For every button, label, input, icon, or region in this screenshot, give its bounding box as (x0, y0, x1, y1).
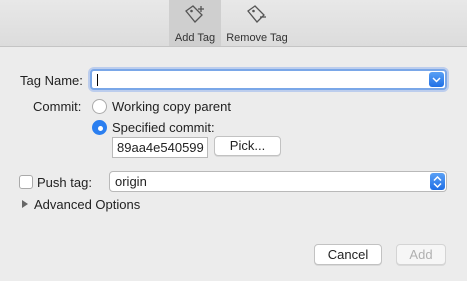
specified-commit-label[interactable]: Specified commit: (112, 120, 215, 135)
working-copy-parent-label[interactable]: Working copy parent (112, 99, 231, 114)
remove-tag-toolbar-button[interactable]: Remove Tag (221, 0, 293, 46)
tag-name-input[interactable] (96, 71, 416, 88)
text-cursor (97, 74, 98, 86)
remote-select[interactable]: origin (109, 171, 447, 192)
advanced-options-toggle[interactable]: Advanced Options (34, 197, 140, 212)
chevron-up-down-icon (433, 175, 442, 188)
disclosure-triangle-icon[interactable] (22, 200, 28, 208)
tag-plus-icon (185, 5, 204, 23)
tag-name-dropdown-button[interactable] (429, 72, 444, 87)
commit-hash-field[interactable]: 89aa4e540599 (112, 137, 208, 158)
remote-select-arrow[interactable] (430, 173, 445, 190)
chevron-down-icon (432, 76, 441, 83)
tag-name-combobox[interactable] (90, 69, 447, 90)
working-copy-parent-radio[interactable] (92, 99, 107, 114)
tag-name-label: Tag Name: (20, 73, 83, 88)
specified-commit-radio[interactable] (92, 120, 107, 135)
push-tag-checkbox[interactable] (19, 175, 33, 189)
push-tag-label[interactable]: Push tag: (37, 175, 92, 190)
toolbar: Add Tag Remove Tag (0, 0, 467, 47)
add-button[interactable]: Add (396, 244, 446, 265)
tag-minus-icon (247, 5, 266, 23)
commit-label: Commit: (33, 99, 82, 114)
remove-tag-label: Remove Tag (226, 32, 288, 44)
pick-commit-button[interactable]: Pick... (214, 136, 281, 156)
remote-select-value: origin (115, 174, 147, 189)
add-tag-toolbar-button[interactable]: Add Tag (169, 0, 221, 46)
cancel-button[interactable]: Cancel (314, 244, 382, 265)
add-tag-label: Add Tag (174, 32, 216, 44)
